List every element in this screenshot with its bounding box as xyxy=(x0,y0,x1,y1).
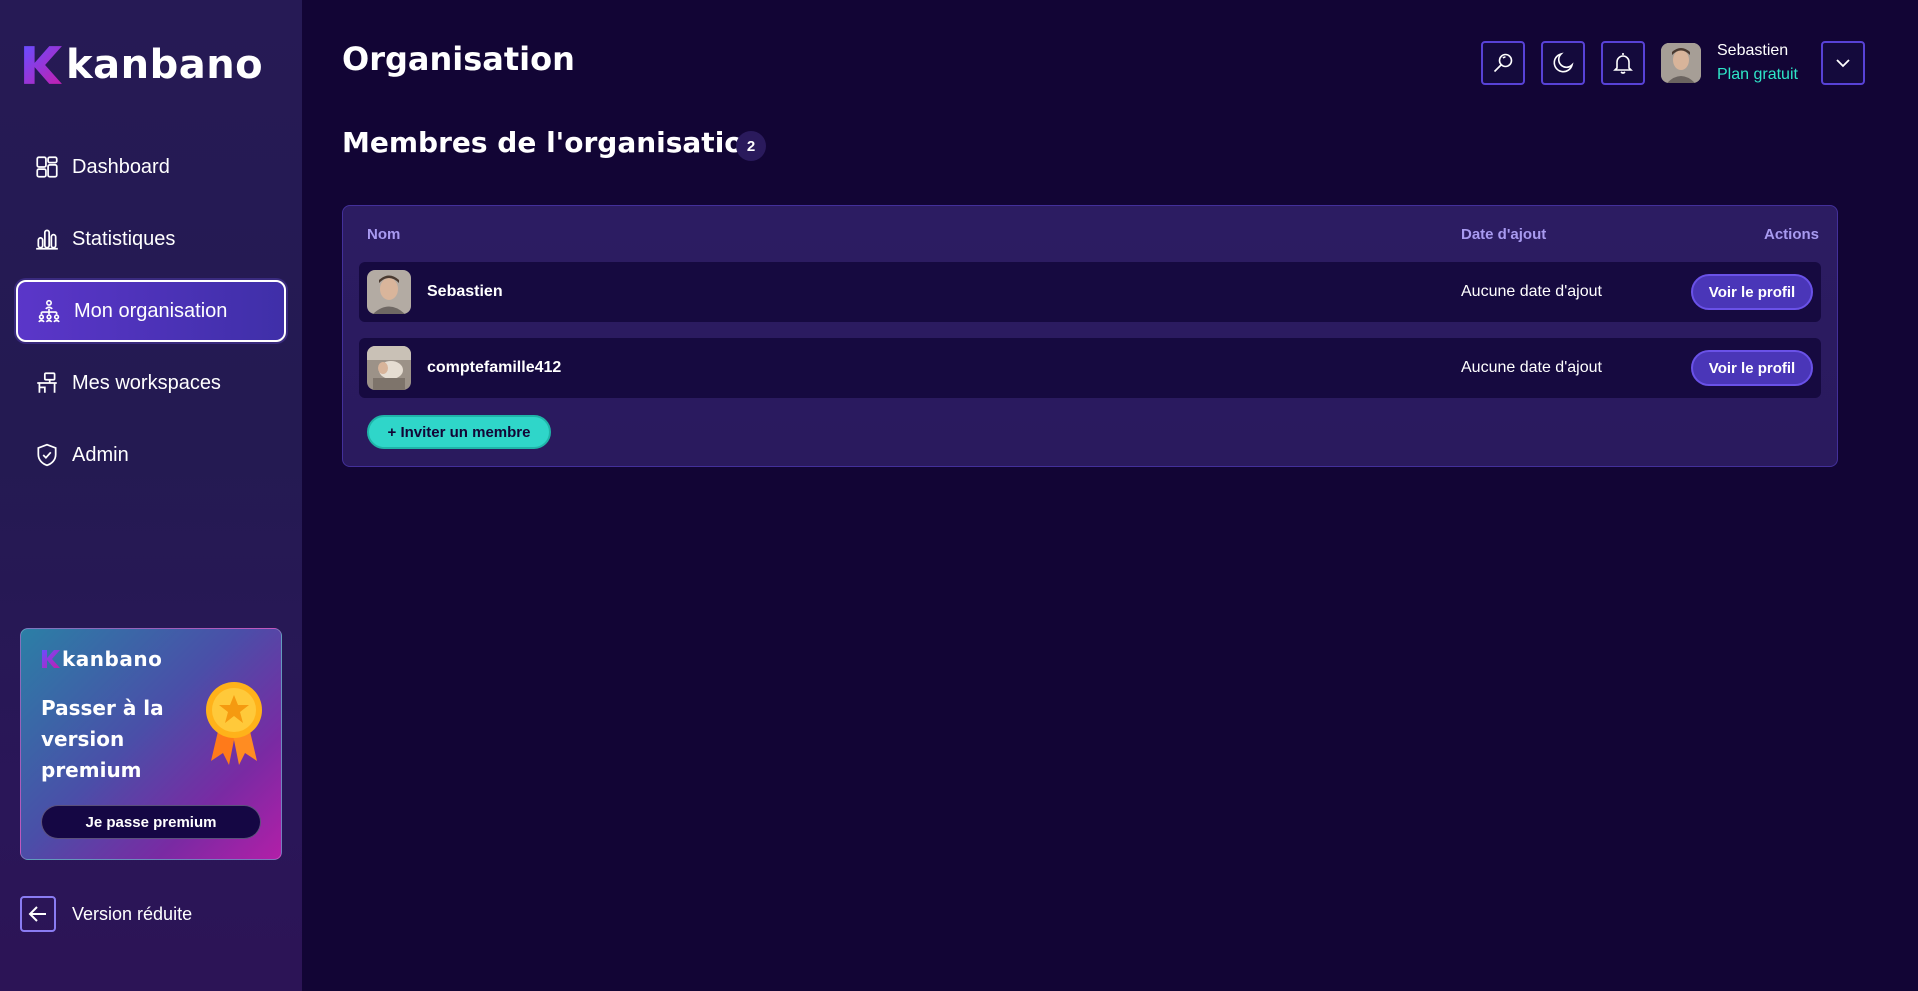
user-menu-button[interactable] xyxy=(1821,41,1865,85)
user-plan: Plan gratuit xyxy=(1717,66,1798,83)
member-avatar xyxy=(367,346,411,390)
dashboard-icon xyxy=(34,154,60,180)
bar-chart-icon xyxy=(34,226,60,252)
collapse-label: Version réduite xyxy=(72,903,193,924)
app-name: kanbano xyxy=(66,42,264,88)
column-header-actions: Actions xyxy=(1763,226,1819,243)
sidebar-item-label: Mon organisation xyxy=(74,299,228,322)
sidebar-item-mon-organisation[interactable]: Mon organisation xyxy=(16,280,286,342)
member-name: comptefamille412 xyxy=(427,359,562,376)
sidebar-item-dashboard[interactable]: Dashboard xyxy=(16,136,286,198)
sidebar-item-label: Mes workspaces xyxy=(72,371,221,394)
organization-icon xyxy=(36,298,62,324)
user-avatar[interactable] xyxy=(1661,43,1701,83)
sidebar-item-statistiques[interactable]: Statistiques xyxy=(16,208,286,270)
member-count-badge: 2 xyxy=(736,131,766,161)
theme-toggle-button[interactable] xyxy=(1541,41,1585,85)
search-icon xyxy=(1493,53,1513,73)
collapse-sidebar-button[interactable]: Version réduite xyxy=(20,896,192,932)
page-title: Organisation xyxy=(342,40,575,78)
column-header-name: Nom xyxy=(367,226,401,243)
sidebar-item-admin[interactable]: Admin xyxy=(16,424,286,486)
invite-member-button[interactable]: + Inviter un membre xyxy=(367,415,551,449)
member-name: Sebastien xyxy=(427,283,503,300)
member-date: Aucune date d'ajout xyxy=(1461,359,1602,376)
kanbano-logo-icon xyxy=(42,650,60,668)
members-table: Nom Date d'ajout Actions Sebastien Aucun… xyxy=(342,205,1838,467)
medal-icon xyxy=(206,682,262,765)
shield-check-icon xyxy=(34,442,60,468)
section-title: Membres de l'organisation xyxy=(342,126,764,159)
user-photo xyxy=(1661,43,1701,83)
premium-logo: kanbano xyxy=(41,649,162,669)
view-profile-button[interactable]: Voir le profil xyxy=(1691,274,1813,310)
sidebar-item-label: Admin xyxy=(72,443,129,466)
user-name: Sebastien xyxy=(1717,42,1789,59)
app-logo[interactable]: kanbano xyxy=(22,42,263,88)
notifications-button[interactable] xyxy=(1601,41,1645,85)
go-premium-button[interactable]: Je passe premium xyxy=(41,805,261,839)
table-row: comptefamille412 Aucune date d'ajout Voi… xyxy=(359,338,1821,398)
column-header-date: Date d'ajout xyxy=(1461,226,1547,243)
kanbano-logo-icon xyxy=(24,46,62,84)
sidebar: kanbano Dashboard Statistiques Mon organ… xyxy=(0,0,302,991)
premium-title: Passer à la version premium xyxy=(41,696,164,782)
workspace-icon xyxy=(34,370,60,396)
sidebar-item-mes-workspaces[interactable]: Mes workspaces xyxy=(16,352,286,414)
premium-logo-text: kanbano xyxy=(62,647,163,671)
search-button[interactable] xyxy=(1481,41,1525,85)
member-date: Aucune date d'ajout xyxy=(1461,283,1602,300)
sidebar-item-label: Statistiques xyxy=(72,227,176,250)
chevron-down-icon xyxy=(1836,59,1850,68)
moon-icon xyxy=(1553,52,1574,73)
sidebar-item-label: Dashboard xyxy=(72,155,170,178)
bell-icon xyxy=(1613,53,1633,74)
premium-card: kanbano Passer à la version premium Je p… xyxy=(20,628,282,860)
arrow-left-icon xyxy=(20,896,56,932)
sidebar-nav: Dashboard Statistiques Mon organisation … xyxy=(16,136,286,496)
table-row: Sebastien Aucune date d'ajout Voir le pr… xyxy=(359,262,1821,322)
member-avatar xyxy=(367,270,411,314)
view-profile-button[interactable]: Voir le profil xyxy=(1691,350,1813,386)
